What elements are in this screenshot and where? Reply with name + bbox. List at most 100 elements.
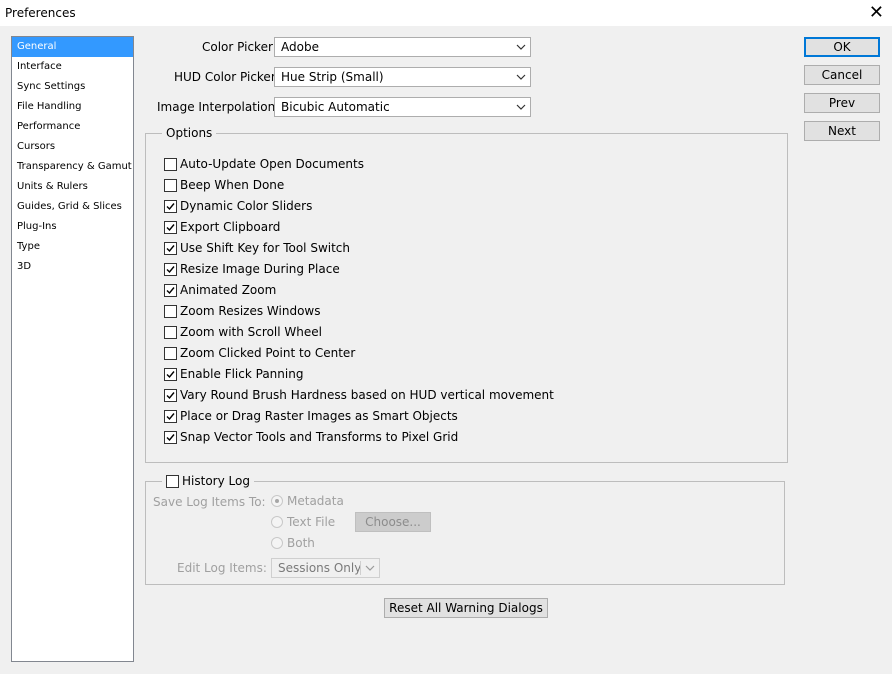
- radio-button[interactable]: [271, 495, 283, 507]
- radio-metadata[interactable]: Metadata: [271, 493, 344, 509]
- select-divider: [360, 561, 361, 575]
- sidebar-item-general[interactable]: General: [12, 37, 133, 57]
- category-list: General Interface Sync Settings File Han…: [11, 36, 134, 662]
- radio-text-file[interactable]: Text File: [271, 514, 335, 530]
- checkbox[interactable]: [164, 346, 177, 360]
- checkbox-label: Use Shift Key for Tool Switch: [180, 241, 351, 255]
- checkbox[interactable]: [166, 474, 179, 488]
- sidebar-item-plug-ins[interactable]: Plug-Ins: [12, 217, 133, 237]
- checkmark-icon: [166, 223, 175, 231]
- option-beep-when-done[interactable]: Beep When Done: [164, 177, 284, 193]
- option-zoom-with-scroll-wheel[interactable]: Zoom with Scroll Wheel: [164, 324, 322, 340]
- checkmark-icon: [166, 391, 175, 399]
- checkbox-label: Animated Zoom: [180, 283, 277, 297]
- checkbox-label: Zoom Clicked Point to Center: [180, 346, 356, 360]
- sidebar-item-cursors[interactable]: Cursors: [12, 137, 133, 157]
- radio-button[interactable]: [271, 516, 283, 528]
- ok-button[interactable]: OK: [804, 37, 880, 57]
- color-picker-label: Color Picker:: [202, 40, 277, 54]
- radio-label: Both: [287, 536, 315, 550]
- sidebar-item-performance[interactable]: Performance: [12, 117, 133, 137]
- window-title: Preferences: [5, 6, 76, 20]
- sidebar-item-file-handling[interactable]: File Handling: [12, 97, 133, 117]
- checkmark-icon: [166, 412, 175, 420]
- option-zoom-clicked-point-to-center[interactable]: Zoom Clicked Point to Center: [164, 345, 355, 361]
- checkbox[interactable]: [164, 157, 177, 171]
- checkbox[interactable]: [164, 325, 177, 339]
- option-dynamic-color-sliders[interactable]: Dynamic Color Sliders: [164, 198, 312, 214]
- checkbox-label: Resize Image During Place: [180, 262, 340, 276]
- cancel-button[interactable]: Cancel: [804, 65, 880, 85]
- radio-label: Metadata: [287, 494, 344, 508]
- checkbox[interactable]: [164, 430, 177, 444]
- title-bar: Preferences ✕: [0, 0, 892, 26]
- checkbox-label: Zoom with Scroll Wheel: [180, 325, 322, 339]
- image-interpolation-label: Image Interpolation:: [157, 100, 280, 114]
- history-log-toggle[interactable]: History Log: [162, 473, 254, 489]
- image-interpolation-select[interactable]: Bicubic Automatic: [274, 97, 531, 117]
- checkbox[interactable]: [164, 304, 177, 318]
- hud-color-picker-label: HUD Color Picker:: [174, 70, 280, 84]
- checkbox[interactable]: [164, 409, 177, 423]
- checkbox-label: Vary Round Brush Hardness based on HUD v…: [180, 388, 554, 402]
- option-enable-flick-panning[interactable]: Enable Flick Panning: [164, 366, 303, 382]
- next-button[interactable]: Next: [804, 121, 880, 141]
- checkbox[interactable]: [164, 241, 177, 255]
- checkmark-icon: [166, 433, 175, 441]
- chevron-down-icon: [516, 44, 526, 50]
- checkmark-icon: [166, 202, 175, 210]
- checkbox-label: Dynamic Color Sliders: [180, 199, 313, 213]
- reset-all-warning-dialogs-button[interactable]: Reset All Warning Dialogs: [384, 598, 548, 618]
- checkbox[interactable]: [164, 388, 177, 402]
- edit-log-items-value: Sessions Only: [278, 561, 362, 575]
- checkbox-label: Auto-Update Open Documents: [180, 157, 364, 171]
- chevron-down-icon: [365, 565, 375, 571]
- color-picker-value: Adobe: [281, 40, 319, 54]
- checkbox-label: Beep When Done: [180, 178, 285, 192]
- sidebar-item-interface[interactable]: Interface: [12, 57, 133, 77]
- option-animated-zoom[interactable]: Animated Zoom: [164, 282, 276, 298]
- prev-button[interactable]: Prev: [804, 93, 880, 113]
- chevron-down-icon: [516, 74, 526, 80]
- sidebar-item-3d[interactable]: 3D: [12, 257, 133, 277]
- checkbox[interactable]: [164, 262, 177, 276]
- sidebar-item-units-rulers[interactable]: Units & Rulers: [12, 177, 133, 197]
- option-auto-update-open-documents[interactable]: Auto-Update Open Documents: [164, 156, 364, 172]
- checkbox-label: Enable Flick Panning: [180, 367, 304, 381]
- option-place-as-smart-objects[interactable]: Place or Drag Raster Images as Smart Obj…: [164, 408, 458, 424]
- option-vary-round-brush-hardness[interactable]: Vary Round Brush Hardness based on HUD v…: [164, 387, 554, 403]
- option-use-shift-key[interactable]: Use Shift Key for Tool Switch: [164, 240, 350, 256]
- sidebar-item-type[interactable]: Type: [12, 237, 133, 257]
- chevron-down-icon: [516, 104, 526, 110]
- close-icon[interactable]: ✕: [869, 1, 884, 25]
- radio-button[interactable]: [271, 537, 283, 549]
- option-snap-vector-tools[interactable]: Snap Vector Tools and Transforms to Pixe…: [164, 429, 458, 445]
- checkbox[interactable]: [164, 199, 177, 213]
- checkbox-label: Export Clipboard: [180, 220, 281, 234]
- edit-log-items-label: Edit Log Items:: [177, 561, 267, 575]
- radio-label: Text File: [287, 515, 336, 529]
- sidebar-item-sync-settings[interactable]: Sync Settings: [12, 77, 133, 97]
- sidebar-item-transparency-gamut[interactable]: Transparency & Gamut: [12, 157, 133, 177]
- option-resize-image-during-place[interactable]: Resize Image During Place: [164, 261, 340, 277]
- color-picker-select[interactable]: Adobe: [274, 37, 531, 57]
- option-zoom-resizes-windows[interactable]: Zoom Resizes Windows: [164, 303, 321, 319]
- hud-color-picker-select[interactable]: Hue Strip (Small): [274, 67, 531, 87]
- radio-both[interactable]: Both: [271, 535, 315, 551]
- checkbox-label: Place or Drag Raster Images as Smart Obj…: [180, 409, 458, 423]
- sidebar-item-guides-grid-slices[interactable]: Guides, Grid & Slices: [12, 197, 133, 217]
- radio-selected-dot: [275, 499, 279, 503]
- checkbox-label: Zoom Resizes Windows: [180, 304, 321, 318]
- hud-color-picker-value: Hue Strip (Small): [281, 70, 384, 84]
- choose-button[interactable]: Choose...: [355, 512, 431, 532]
- checkbox[interactable]: [164, 220, 177, 234]
- image-interpolation-value: Bicubic Automatic: [281, 100, 390, 114]
- history-log-label: History Log: [182, 474, 250, 488]
- checkbox[interactable]: [164, 367, 177, 381]
- option-export-clipboard[interactable]: Export Clipboard: [164, 219, 280, 235]
- checkbox-label: Snap Vector Tools and Transforms to Pixe…: [180, 430, 459, 444]
- checkmark-icon: [166, 286, 175, 294]
- checkbox[interactable]: [164, 178, 177, 192]
- checkbox[interactable]: [164, 283, 177, 297]
- edit-log-items-select[interactable]: Sessions Only: [271, 558, 380, 578]
